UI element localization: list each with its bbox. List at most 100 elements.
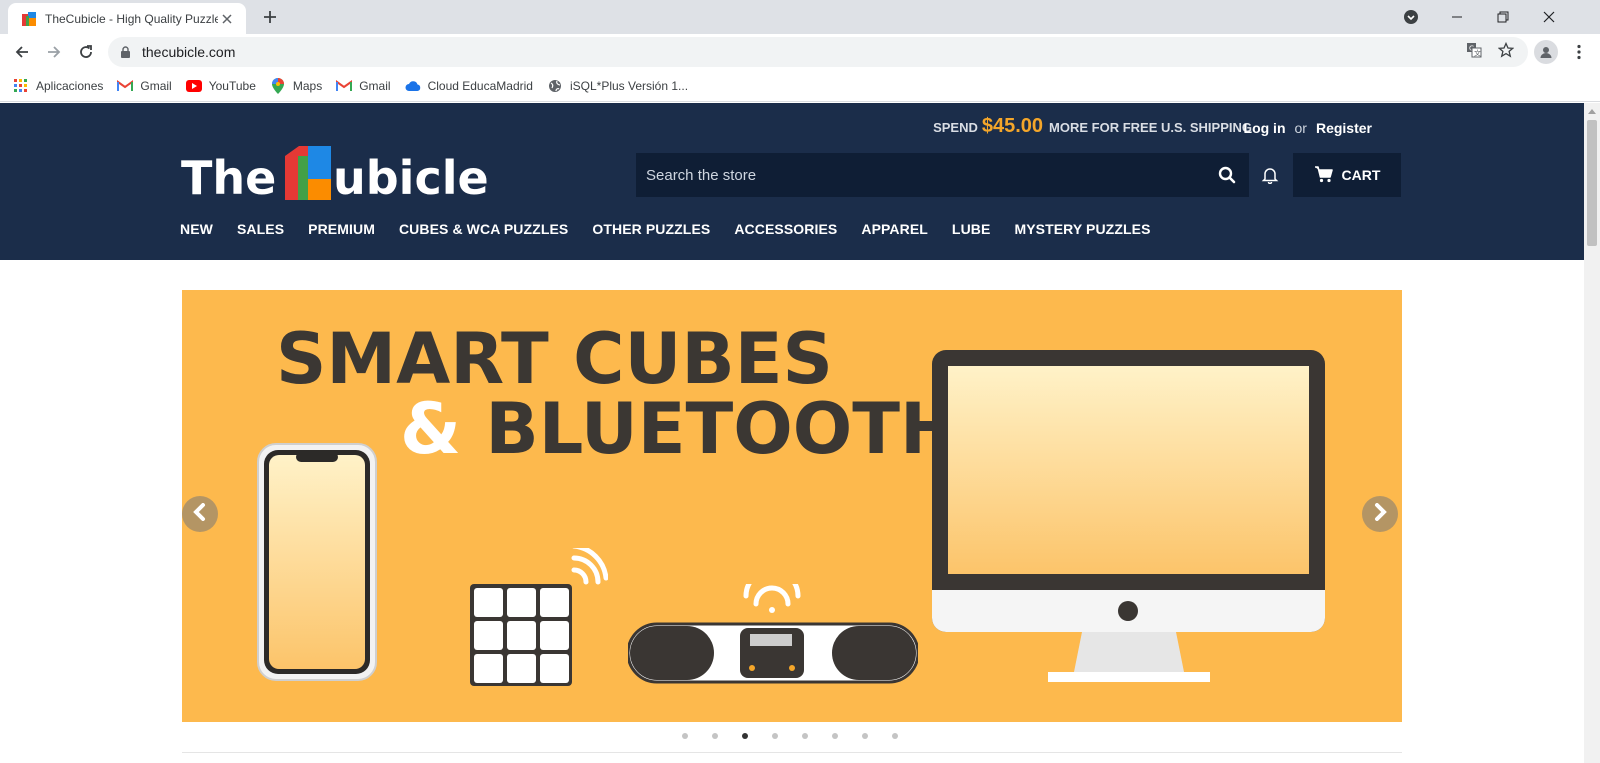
bookmark-label: Gmail — [140, 78, 172, 93]
search-input[interactable] — [646, 153, 1205, 197]
bookmark-youtube[interactable]: YouTube — [185, 78, 256, 94]
close-icon[interactable] — [1536, 4, 1562, 30]
nav-item-sales[interactable]: SALES — [237, 221, 284, 237]
gmail-icon — [336, 78, 353, 94]
smartphone-illustration — [257, 443, 377, 681]
nav-item-lube[interactable]: LUBE — [952, 221, 991, 237]
nav-item-premium[interactable]: PREMIUM — [308, 221, 375, 237]
translate-icon[interactable]: G文 — [1464, 40, 1484, 60]
reload-icon[interactable] — [72, 38, 100, 66]
bookmark-cloud[interactable]: Cloud EducaMadrid — [405, 78, 533, 94]
chevron-left-icon — [192, 502, 208, 526]
bookmark-label: iSQL*Plus Versión 1... — [569, 78, 689, 93]
bookmark-apps[interactable]: Aplicaciones — [13, 78, 103, 94]
desktop-monitor-illustration — [932, 350, 1325, 682]
url-text: thecubicle.com — [142, 44, 236, 60]
nav-item-accessories[interactable]: ACCESSORIES — [734, 221, 837, 237]
slider-dot[interactable] — [892, 733, 898, 739]
profile-icon[interactable] — [1534, 40, 1558, 64]
cart-button[interactable]: CART — [1293, 153, 1401, 197]
account-links: Log in or Register — [1244, 120, 1372, 136]
kebab-menu-icon[interactable] — [1568, 40, 1590, 64]
address-bar[interactable]: thecubicle.com — [108, 37, 1528, 67]
tab-search-icon[interactable] — [1398, 4, 1424, 30]
hero-title-ampersand: & — [400, 388, 462, 470]
slider-pagination — [682, 733, 898, 739]
smart-cube-illustration — [470, 548, 608, 686]
tab-title: TheCubicle - High Quality Puzzles — [45, 11, 218, 26]
globe-icon — [547, 78, 563, 94]
hero-slide[interactable]: SMART CUBES & BLUETOOTH — [182, 290, 1402, 722]
scrollbar-thumb[interactable] — [1587, 120, 1597, 246]
bookmark-label: Aplicaciones — [36, 78, 104, 93]
apps-grid-icon — [13, 78, 29, 94]
wifi-icon — [571, 548, 608, 585]
cube-logo-icon — [285, 146, 331, 200]
browser-tab-strip: TheCubicle - High Quality Puzzles — [0, 0, 1600, 34]
wifi-icon — [743, 584, 801, 613]
section-divider — [182, 752, 1402, 753]
slider-dot[interactable] — [772, 733, 778, 739]
slider-dot[interactable] — [682, 733, 688, 739]
slider-dot[interactable] — [712, 733, 718, 739]
hero-title-line2: & BLUETOOTH — [400, 388, 959, 470]
arrow-right-icon[interactable] — [40, 38, 68, 66]
cube-favicon-icon — [21, 11, 37, 27]
bell-icon[interactable] — [1258, 163, 1282, 187]
slide-next-button[interactable] — [1362, 496, 1398, 532]
page-scrollbar[interactable] — [1584, 103, 1600, 763]
search-icon[interactable] — [1205, 153, 1249, 197]
bookmark-label: Maps — [292, 78, 323, 93]
cart-icon — [1314, 165, 1334, 186]
nav-item-apparel[interactable]: APPAREL — [861, 221, 928, 237]
smart-timer-illustration — [628, 584, 918, 684]
svg-text:文: 文 — [1474, 49, 1481, 58]
scroll-up-arrow-icon[interactable] — [1584, 103, 1600, 119]
slider-dot[interactable] — [832, 733, 838, 739]
restore-icon[interactable] — [1490, 4, 1516, 30]
nav-item-new[interactable]: NEW — [180, 221, 213, 237]
plus-icon[interactable] — [260, 7, 280, 27]
star-icon[interactable] — [1496, 40, 1516, 60]
youtube-icon — [185, 78, 202, 94]
bookmark-label: Gmail — [359, 78, 391, 93]
promo-prefix: SPEND — [933, 120, 978, 135]
cart-label: CART — [1341, 167, 1381, 183]
site-header: SPEND $45.00 MORE FOR FREE U.S. SHIPPING… — [0, 103, 1584, 260]
main-navigation: NEW SALES PREMIUM CUBES & WCA PUZZLES OT… — [180, 221, 1151, 237]
browser-tab[interactable]: TheCubicle - High Quality Puzzles — [8, 3, 246, 34]
thecubicle-logo[interactable]: The ubicle — [181, 142, 491, 205]
hero-title-bluetooth: BLUETOOTH — [485, 388, 959, 470]
cloud-icon — [405, 78, 421, 94]
slider-dot[interactable] — [862, 733, 868, 739]
arrow-left-icon[interactable] — [8, 38, 36, 66]
logo-text-left: The — [181, 151, 276, 204]
slider-dot[interactable] — [802, 733, 808, 739]
nav-item-mystery-puzzles[interactable]: MYSTERY PUZZLES — [1014, 221, 1150, 237]
tab-close-icon[interactable] — [218, 10, 236, 28]
bookmark-isqlplus[interactable]: iSQL*Plus Versión 1... — [547, 78, 688, 94]
logo-text-right: ubicle — [333, 151, 489, 204]
bookmarks-bar: Aplicaciones Gmail YouTube Maps Gmail Cl… — [0, 70, 1600, 102]
lock-icon[interactable] — [120, 45, 132, 59]
promo-amount: $45.00 — [981, 115, 1044, 137]
bookmark-gmail[interactable]: Gmail — [117, 78, 172, 94]
chevron-right-icon — [1372, 502, 1388, 526]
register-link[interactable]: Register — [1316, 120, 1372, 136]
promo-suffix: MORE FOR FREE U.S. SHIPPING — [1049, 120, 1252, 135]
free-shipping-banner: SPEND $45.00 MORE FOR FREE U.S. SHIPPING — [933, 115, 1252, 141]
login-link[interactable]: Log in — [1244, 120, 1286, 136]
or-separator: or — [1294, 120, 1307, 136]
nav-item-other-puzzles[interactable]: OTHER PUZZLES — [592, 221, 710, 237]
minimize-icon[interactable] — [1444, 4, 1470, 30]
bookmark-maps[interactable]: Maps — [270, 77, 323, 94]
slider-dot-active[interactable] — [742, 733, 748, 739]
maps-icon — [270, 77, 286, 94]
bookmark-gmail[interactable]: Gmail — [336, 78, 391, 94]
gmail-icon — [117, 78, 134, 94]
bookmark-label: YouTube — [208, 78, 256, 93]
store-search — [636, 153, 1249, 197]
slide-prev-button[interactable] — [182, 496, 218, 532]
nav-item-cubes-wca[interactable]: CUBES & WCA PUZZLES — [399, 221, 568, 237]
bookmark-label: Cloud EducaMadrid — [427, 78, 533, 93]
